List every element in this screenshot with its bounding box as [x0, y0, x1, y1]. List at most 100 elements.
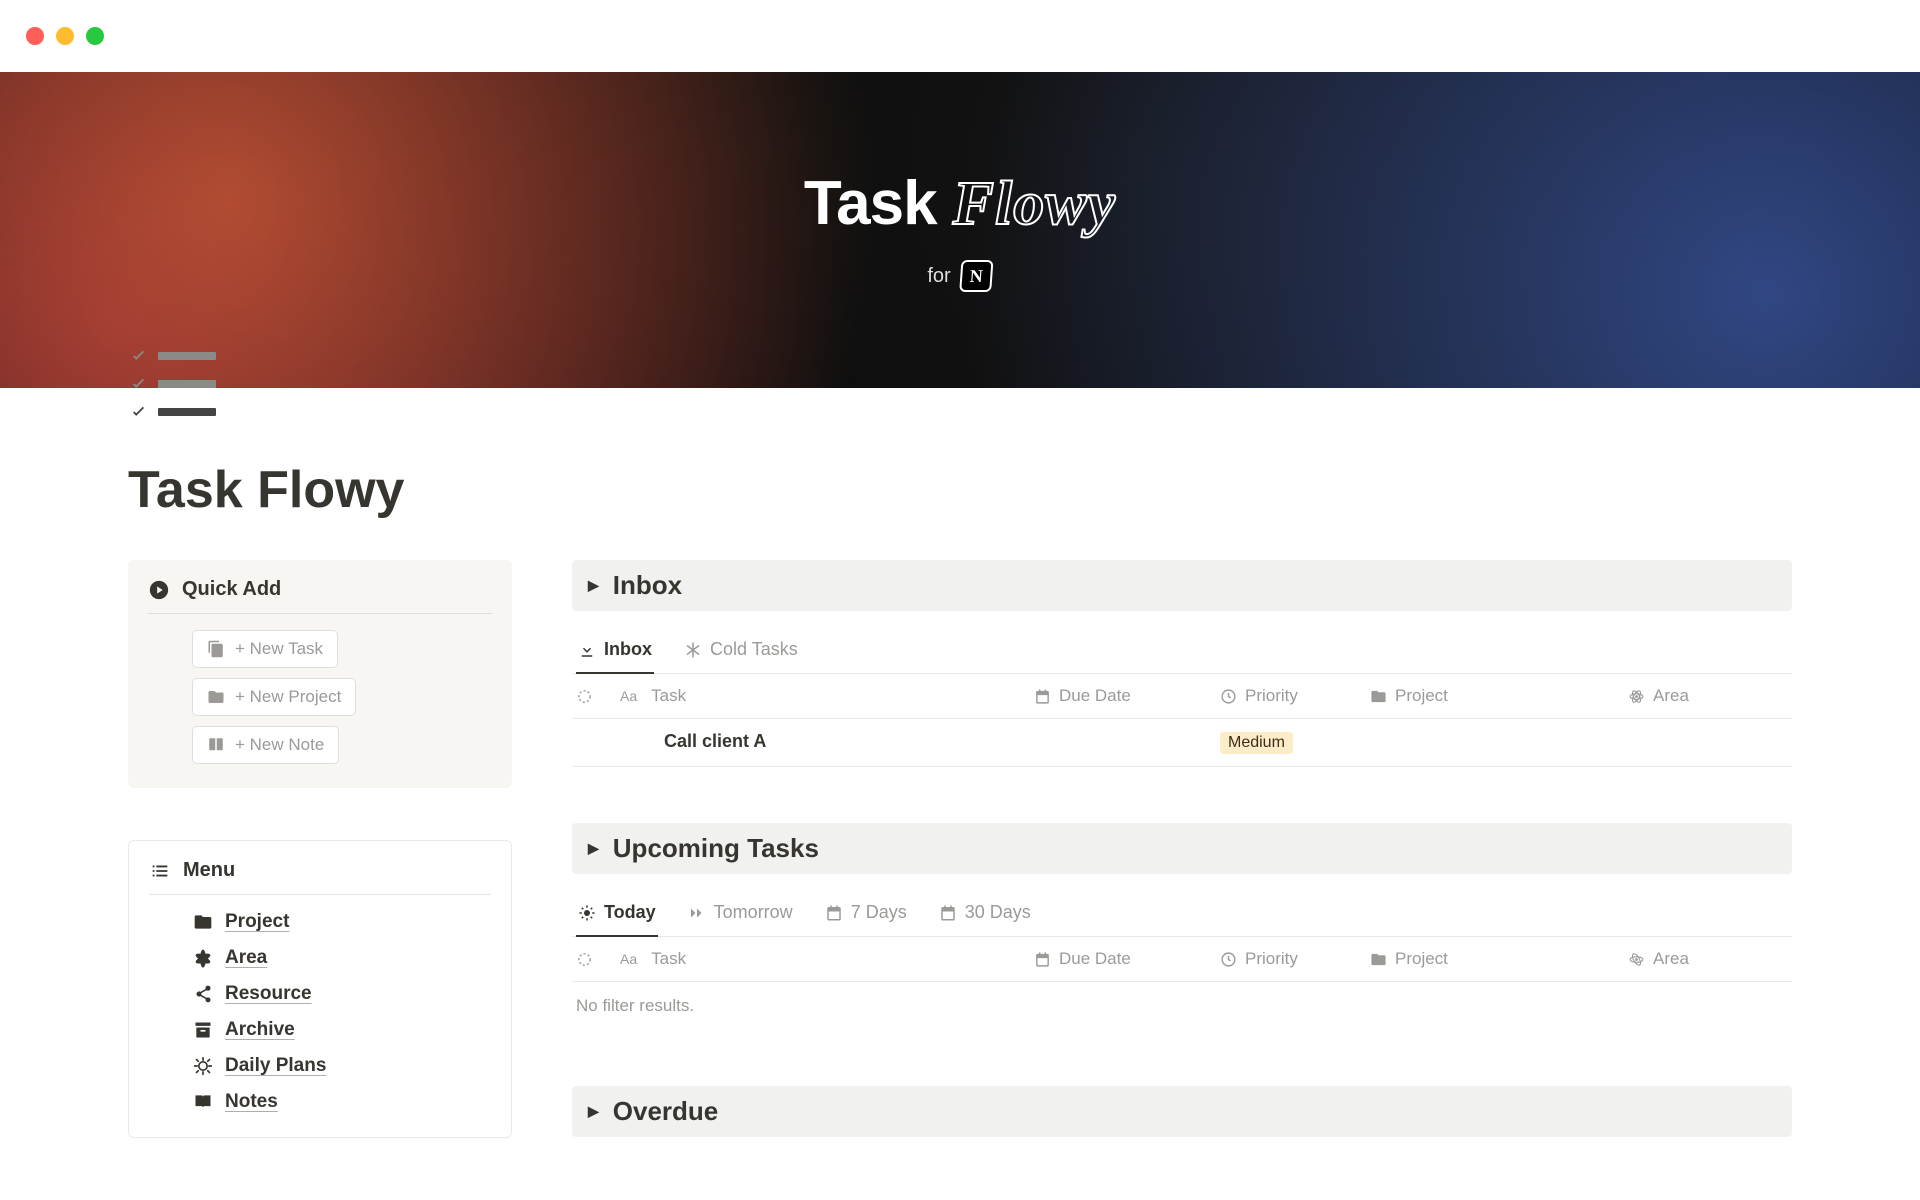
col-project-label: Project [1395, 686, 1448, 706]
col-task-label: Task [651, 949, 686, 969]
overdue-title: Overdue [613, 1096, 719, 1127]
window-zoom-button[interactable] [86, 27, 104, 45]
upcoming-title: Upcoming Tasks [613, 833, 819, 864]
upcoming-columns: AaTask Due Date Priority Project Area [572, 937, 1792, 982]
priority-icon [1220, 951, 1237, 968]
inbox-section: ▶ Inbox Inbox Cold Tasks AaTask [572, 560, 1792, 767]
cover-for-label: for [927, 265, 950, 288]
menu-label-project: Project [225, 911, 289, 933]
tab-7days-label: 7 Days [851, 902, 907, 923]
tab-tomorrow-label: Tomorrow [714, 902, 793, 923]
menu-item-resource[interactable]: Resource [193, 983, 491, 1005]
menu-item-notes[interactable]: Notes [193, 1091, 491, 1113]
cover-subtitle: for N [927, 260, 992, 292]
col-priority-label: Priority [1245, 686, 1298, 706]
cover-title-solid: Task [804, 168, 937, 239]
folder-icon [1370, 688, 1387, 705]
book-icon [207, 736, 225, 754]
tab-tomorrow[interactable]: Tomorrow [686, 892, 795, 937]
cover-image: Task Flowy for N [0, 72, 1920, 388]
tab-cold-tasks[interactable]: Cold Tasks [682, 629, 800, 674]
table-row[interactable]: Call client A Medium [572, 719, 1792, 767]
copy-icon [207, 640, 225, 658]
menu-title: Menu [183, 859, 235, 882]
col-due-label: Due Date [1059, 686, 1131, 706]
new-note-label: + New Note [235, 735, 324, 755]
tab-cold-label: Cold Tasks [710, 639, 798, 660]
atom-icon [1628, 688, 1645, 705]
cover-title: Task Flowy [804, 168, 1116, 240]
menu-item-area[interactable]: Area [193, 947, 491, 969]
empty-results: No filter results. [572, 982, 1792, 1030]
menu-label-archive: Archive [225, 1019, 295, 1041]
quick-add-title: Quick Add [182, 578, 281, 601]
book-open-icon [193, 1092, 213, 1112]
upcoming-section: ▶ Upcoming Tasks Today Tomorrow 7 Days [572, 823, 1792, 1030]
tab-today-label: Today [604, 902, 656, 923]
col-priority-label: Priority [1245, 949, 1298, 969]
tab-inbox-label: Inbox [604, 639, 652, 660]
quick-add-header: Quick Add [148, 578, 492, 614]
inbox-title: Inbox [613, 570, 682, 601]
folder-icon [1370, 951, 1387, 968]
menu-label-notes: Notes [225, 1091, 278, 1113]
upcoming-toggle[interactable]: ▶ Upcoming Tasks [572, 823, 1792, 874]
calendar-icon [939, 904, 957, 922]
inbox-columns: AaTask Due Date Priority Project Area [572, 674, 1792, 719]
tab-today[interactable]: Today [576, 892, 658, 937]
play-circle-icon [148, 579, 170, 601]
folder-icon [207, 688, 225, 706]
menu-label-resource: Resource [225, 983, 312, 1005]
new-project-button[interactable]: + New Project [192, 678, 356, 716]
overdue-section: ▶ Overdue [572, 1086, 1792, 1137]
notion-logo-icon: N [960, 260, 994, 292]
new-note-button[interactable]: + New Note [192, 726, 339, 764]
list-icon [149, 860, 171, 882]
download-icon [578, 641, 596, 659]
col-project-label: Project [1395, 949, 1448, 969]
status-icon [576, 951, 593, 968]
new-project-label: + New Project [235, 687, 341, 707]
menu-item-project[interactable]: Project [193, 911, 491, 933]
priority-tag: Medium [1220, 732, 1293, 754]
tab-7days[interactable]: 7 Days [823, 892, 909, 937]
col-due-label: Due Date [1059, 949, 1131, 969]
tab-inbox[interactable]: Inbox [576, 629, 654, 674]
caret-right-icon: ▶ [588, 1103, 599, 1120]
inbox-toggle[interactable]: ▶ Inbox [572, 560, 1792, 611]
new-task-button[interactable]: + New Task [192, 630, 338, 668]
menu-item-daily-plans[interactable]: Daily Plans [193, 1055, 491, 1077]
sun-icon [193, 1056, 213, 1076]
menu-label-daily-plans: Daily Plans [225, 1055, 326, 1077]
tab-30days[interactable]: 30 Days [937, 892, 1033, 937]
overdue-toggle[interactable]: ▶ Overdue [572, 1086, 1792, 1137]
window-close-button[interactable] [26, 27, 44, 45]
window-minimize-button[interactable] [56, 27, 74, 45]
page-icon-checklist [128, 340, 216, 428]
caret-right-icon: ▶ [588, 577, 599, 594]
share-icon [193, 984, 213, 1004]
calendar-icon [1034, 951, 1051, 968]
forward-icon [688, 904, 706, 922]
snowflake-icon [684, 641, 702, 659]
window-chrome [0, 0, 1920, 72]
row-task-cell: Call client A [620, 731, 1034, 754]
col-area-label: Area [1653, 686, 1689, 706]
archive-icon [193, 1020, 213, 1040]
folder-icon [193, 912, 213, 932]
atom-icon [193, 948, 213, 968]
menu-label-area: Area [225, 947, 267, 969]
atom-icon [1628, 951, 1645, 968]
menu-item-archive[interactable]: Archive [193, 1019, 491, 1041]
caret-right-icon: ▶ [588, 840, 599, 857]
tab-30days-label: 30 Days [965, 902, 1031, 923]
calendar-icon [1034, 688, 1051, 705]
cover-title-outline: Flowy [953, 169, 1116, 240]
calendar-icon [825, 904, 843, 922]
page-title: Task Flowy [128, 460, 1792, 520]
status-icon [576, 688, 593, 705]
col-area-label: Area [1653, 949, 1689, 969]
priority-icon [1220, 688, 1237, 705]
sun-icon [578, 904, 596, 922]
quick-add-card: Quick Add + New Task + New Project + New… [128, 560, 512, 788]
